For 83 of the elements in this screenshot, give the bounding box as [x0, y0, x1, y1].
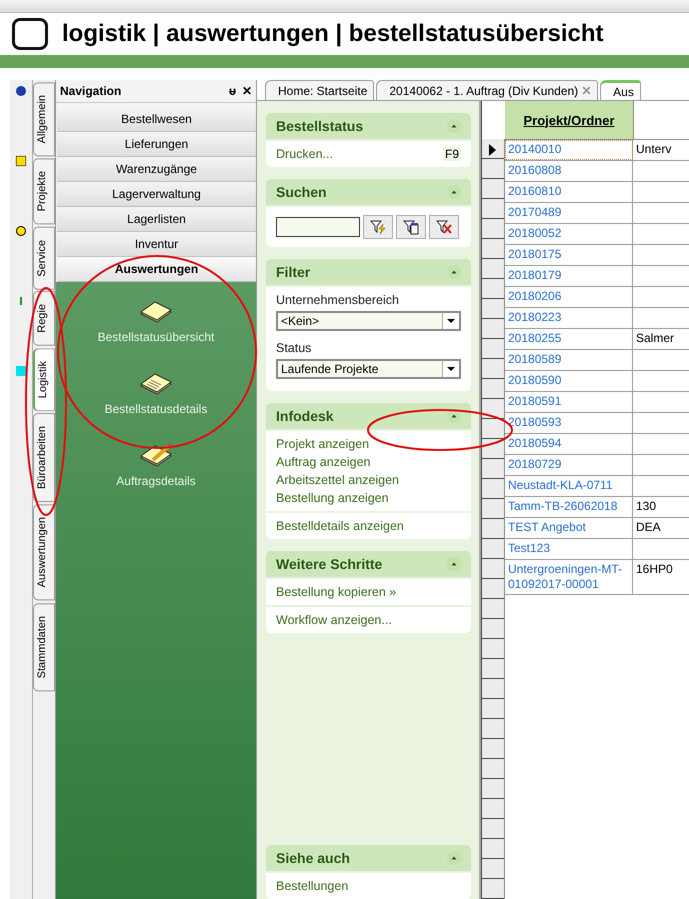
task-link[interactable]: Auftrag anzeigen — [276, 455, 371, 469]
close-button[interactable]: ✕ — [242, 84, 252, 98]
circle-icon[interactable] — [16, 86, 26, 96]
side-tab[interactable]: Service — [33, 226, 55, 290]
logo-icon — [12, 18, 48, 50]
table-cell[interactable]: TEST Angebot — [505, 518, 633, 538]
table-cell: 16HP0 — [636, 562, 673, 576]
filter-list-icon — [403, 219, 419, 235]
task-link[interactable]: Projekt anzeigen — [276, 437, 370, 451]
table-cell: DEA — [636, 520, 661, 534]
table-cell[interactable]: 20170489 — [505, 203, 633, 223]
navigation-group[interactable]: Auswertungen — [57, 257, 256, 282]
side-tab[interactable]: Allgemein — [33, 82, 55, 156]
collapse-icon[interactable] — [447, 851, 461, 865]
task-link[interactable]: Workflow anzeigen... — [276, 613, 392, 627]
document-tab[interactable]: Home: Startseite — [265, 80, 374, 100]
collapse-icon[interactable] — [447, 557, 461, 571]
clear-filter-button[interactable] — [429, 215, 459, 239]
shortcut-label: F9 — [442, 147, 461, 161]
table-cell[interactable]: 20180729 — [505, 455, 633, 475]
close-icon[interactable] — [582, 86, 592, 95]
task-link[interactable]: Bestellung anzeigen — [276, 491, 389, 505]
table-cell: Unterv — [636, 142, 672, 156]
collapse-icon[interactable] — [447, 119, 461, 133]
table-cell[interactable]: Neustadt-KLA-0711 — [505, 476, 633, 496]
navigation-item[interactable]: Auftragsdetails — [116, 474, 196, 488]
task-link[interactable]: Drucken... — [276, 147, 333, 161]
filter-list-button[interactable] — [396, 215, 426, 239]
table-cell[interactable]: Test123 — [505, 539, 633, 559]
navigation-item[interactable]: Bestellstatusübersicht — [98, 330, 214, 344]
table-cell[interactable]: 20180179 — [505, 266, 633, 286]
field-label: Status — [276, 341, 312, 355]
task-link[interactable]: Bestellung kopieren » — [276, 585, 396, 599]
pin-button[interactable]: ᵾ — [229, 84, 236, 98]
collapse-icon[interactable] — [447, 185, 461, 199]
table-cell[interactable]: 20180589 — [505, 350, 633, 370]
dropdown[interactable]: <Kein> — [276, 311, 461, 331]
section-header[interactable]: Suchen — [266, 179, 471, 205]
search-field[interactable] — [276, 217, 360, 237]
table-cell[interactable]: 20180591 — [505, 392, 633, 412]
filter-lightning-icon — [370, 219, 386, 235]
panel-title: Navigation — [60, 84, 122, 98]
side-tab[interactable]: Stammdaten — [33, 602, 55, 692]
document-tab[interactable]: 20140062 - 1. Auftrag (Div Kunden) — [376, 80, 598, 100]
table-cell[interactable]: 20180206 — [505, 287, 633, 307]
table-cell[interactable]: 20180052 — [505, 224, 633, 244]
collapse-icon[interactable] — [447, 409, 461, 423]
side-tab[interactable]: Logistik — [33, 348, 55, 412]
task-link[interactable]: Bestelldetails anzeigen — [276, 519, 404, 533]
section-header[interactable]: Weitere Schritte — [266, 551, 471, 577]
table-cell[interactable]: 20180593 — [505, 413, 633, 433]
field-label: Unternehmensbereich — [276, 293, 400, 307]
table-cell[interactable]: Tamm-TB-26062018 — [505, 497, 633, 517]
table-cell: 130 — [636, 499, 656, 513]
table-cell[interactable]: 20180175 — [505, 245, 633, 265]
table-cell[interactable]: 20140010 — [505, 140, 633, 160]
dropdown[interactable]: Laufende Projekte — [276, 359, 461, 379]
table-cell: Salmer — [636, 331, 674, 345]
side-tab[interactable]: Büroarbeiten — [33, 413, 55, 502]
navigation-item[interactable]: Bestellstatusdetails — [104, 402, 208, 416]
task-link[interactable]: Bestellungen — [276, 879, 348, 893]
table-cell[interactable]: Untergroeningen-MT-01092017-00001 — [505, 560, 633, 594]
table-cell[interactable]: 20160808 — [505, 161, 633, 181]
table-cell[interactable]: 20160810 — [505, 182, 633, 202]
section-header[interactable]: Filter — [266, 259, 471, 285]
side-tab[interactable]: Auswertungen — [33, 504, 55, 601]
collapse-icon[interactable] — [447, 265, 461, 279]
section-header[interactable]: Siehe auch — [266, 845, 471, 871]
filter-button[interactable] — [363, 215, 393, 239]
page-title: logistik | auswertungen | bestellstatusübersicht — [62, 20, 604, 48]
task-link[interactable]: Arbeitszettel anzeigen — [276, 473, 399, 487]
table-cell[interactable]: 20180255 — [505, 329, 633, 349]
table-cell[interactable]: 20180223 — [505, 308, 633, 328]
side-tab[interactable]: Projekte — [33, 158, 55, 225]
table-cell[interactable]: 20180590 — [505, 371, 633, 391]
filter-remove-icon — [436, 219, 452, 235]
side-tab[interactable]: Regie — [33, 291, 55, 346]
document-tab[interactable]: Aus — [600, 80, 641, 100]
current-row-icon — [488, 144, 496, 156]
table-cell[interactable]: 20180594 — [505, 434, 633, 454]
section-header[interactable]: Infodesk — [266, 403, 471, 429]
section-header[interactable]: Bestellstatus — [266, 113, 471, 139]
column-header[interactable]: Projekt/Ordner — [505, 101, 634, 139]
